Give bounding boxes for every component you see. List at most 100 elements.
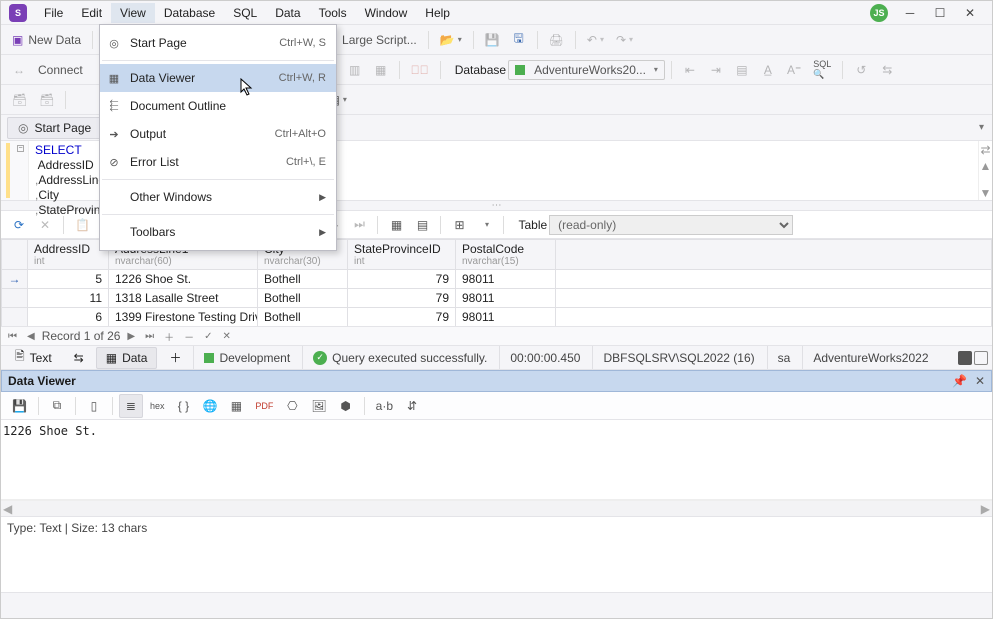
minimap[interactable]: ⇄▲▼ bbox=[978, 141, 992, 200]
table-row[interactable]: 61399 Firestone Testing DriveBothell7998… bbox=[2, 308, 992, 327]
menu-item-output[interactable]: ➔OutputCtrl+Alt+O bbox=[100, 120, 336, 148]
menu-sql[interactable]: SQL bbox=[224, 3, 266, 23]
nav2-prev[interactable]: ◀ bbox=[24, 331, 38, 342]
menu-item-toolbars[interactable]: Toolbars▶ bbox=[100, 218, 336, 246]
data-grid[interactable]: AddressIDint AddressLine1nvarchar(60) Ci… bbox=[1, 239, 992, 326]
save-button[interactable]: 💾 bbox=[480, 28, 505, 52]
cell[interactable]: 79 bbox=[348, 308, 456, 327]
cell[interactable]: 11 bbox=[28, 289, 109, 308]
new-data-button[interactable]: ▣ New Data bbox=[7, 28, 86, 52]
dv-img[interactable]: 🖼 bbox=[306, 394, 331, 418]
tb-d5[interactable]: A⁼ bbox=[782, 58, 806, 82]
menu-tools[interactable]: Tools bbox=[310, 3, 356, 23]
menu-view[interactable]: View bbox=[111, 3, 155, 23]
cell[interactable]: 1399 Firestone Testing Drive bbox=[109, 308, 258, 327]
cell[interactable]: 98011 bbox=[456, 270, 556, 289]
window-maximize[interactable]: ☐ bbox=[932, 5, 948, 21]
cell[interactable]: 79 bbox=[348, 289, 456, 308]
cell[interactable]: Bothell bbox=[258, 270, 348, 289]
menu-data[interactable]: Data bbox=[266, 3, 309, 23]
menu-file[interactable]: File bbox=[35, 3, 72, 23]
col-addressid[interactable]: AddressIDint bbox=[28, 240, 109, 270]
nav2-first[interactable]: ⏮ bbox=[5, 331, 20, 342]
undo-button[interactable]: ↶ bbox=[582, 28, 609, 52]
tb-d1[interactable]: ⇤ bbox=[678, 58, 702, 82]
menu-item-document-outline[interactable]: ⬱Document Outline bbox=[100, 92, 336, 120]
refresh-button[interactable]: ⟳ bbox=[7, 213, 31, 237]
nav2-next[interactable]: ▶ bbox=[124, 331, 138, 342]
view-pivot[interactable]: ⊞ bbox=[447, 213, 471, 237]
saveall-button[interactable]: 🖫 bbox=[507, 28, 531, 52]
tb-d3[interactable]: ▤ bbox=[730, 58, 754, 82]
conn-icon1[interactable]: ↔ bbox=[7, 58, 31, 82]
gb-1[interactable]: 📋 bbox=[70, 213, 95, 237]
pin-icon[interactable]: 📌 bbox=[952, 374, 967, 388]
col-postalcode[interactable]: PostalCodenvarchar(15) bbox=[456, 240, 556, 270]
mode-select[interactable]: (read-only) bbox=[549, 215, 793, 235]
connect-button[interactable]: Connect bbox=[33, 58, 88, 82]
tb3-2[interactable]: 🗃 bbox=[34, 88, 59, 112]
dv-close[interactable]: ✕ bbox=[975, 374, 985, 388]
tb3-1[interactable]: 🗃 bbox=[7, 88, 32, 112]
dv-text[interactable]: ≣ bbox=[119, 394, 143, 418]
dataviewer-titlebar[interactable]: Data Viewer 📌✕ bbox=[1, 370, 992, 392]
dv-wrap[interactable]: a·b bbox=[371, 394, 398, 418]
view-grid[interactable]: ▦ bbox=[384, 213, 408, 237]
tab-overflow[interactable]: ▾ bbox=[979, 122, 984, 133]
database-select[interactable]: AdventureWorks20... bbox=[508, 60, 665, 80]
menu-window[interactable]: Window bbox=[356, 3, 417, 23]
cell[interactable]: 5 bbox=[28, 270, 109, 289]
tab-swap[interactable]: ⇆ bbox=[64, 347, 94, 369]
menu-help[interactable]: Help bbox=[416, 3, 459, 23]
dv-save[interactable]: 💾 bbox=[7, 394, 32, 418]
cell[interactable]: 1318 Lasalle Street bbox=[109, 289, 258, 308]
tb-d2[interactable]: ⇥ bbox=[704, 58, 728, 82]
nav2-add[interactable]: ＋ bbox=[161, 329, 177, 344]
menu-item-start-page[interactable]: ◎Start PageCtrl+W, S bbox=[100, 29, 336, 57]
tab-data[interactable]: ▦Data bbox=[96, 347, 158, 369]
tb-icon-b[interactable]: ▦ bbox=[369, 58, 393, 82]
tab-add[interactable]: ＋ bbox=[159, 345, 191, 370]
table-row[interactable]: 111318 Lasalle StreetBothell7998011 bbox=[2, 289, 992, 308]
dv-hex[interactable]: hex bbox=[145, 394, 170, 418]
tb-icon-c[interactable]: ✖⃞ bbox=[406, 58, 434, 82]
window-minimize[interactable]: ─ bbox=[902, 5, 918, 21]
col-stateprov[interactable]: StateProvinceIDint bbox=[348, 240, 456, 270]
view-card[interactable]: ▤ bbox=[410, 213, 434, 237]
nav2-cancel[interactable]: ✕ bbox=[220, 331, 234, 342]
dv-scroll[interactable]: ◀▶ bbox=[1, 500, 992, 516]
view-more[interactable] bbox=[473, 213, 497, 237]
tb-d7[interactable]: ⇆ bbox=[875, 58, 899, 82]
cell[interactable]: 79 bbox=[348, 270, 456, 289]
cell[interactable]: 98011 bbox=[456, 289, 556, 308]
open-dropdown[interactable]: 📂 bbox=[435, 28, 467, 52]
redo-button[interactable]: ↷ bbox=[611, 28, 638, 52]
tb-sql[interactable]: SQL🔍 bbox=[808, 58, 836, 82]
dv-geo[interactable]: ⬢ bbox=[334, 394, 358, 418]
tab-text[interactable]: 🖹Text bbox=[5, 343, 62, 372]
stop-button[interactable]: ✕ bbox=[33, 213, 57, 237]
dv-xml[interactable]: ▦ bbox=[224, 394, 248, 418]
cell[interactable]: 1226 Shoe St. bbox=[109, 270, 258, 289]
dv-bin[interactable]: ⎔ bbox=[280, 394, 304, 418]
menu-item-other-windows[interactable]: Other Windows▶ bbox=[100, 183, 336, 211]
cell[interactable]: 6 bbox=[28, 308, 109, 327]
dataviewer-content[interactable]: 1226 Shoe St. bbox=[1, 420, 992, 500]
print-button[interactable]: 🖨 bbox=[544, 28, 569, 52]
cell[interactable]: Bothell bbox=[258, 289, 348, 308]
status-sq2[interactable] bbox=[974, 351, 988, 365]
dv-copy[interactable]: ⧉ bbox=[45, 394, 69, 418]
cell[interactable]: Bothell bbox=[258, 308, 348, 327]
tb-d4[interactable]: A̲ bbox=[756, 58, 780, 82]
nav2-ok[interactable]: ✓ bbox=[201, 331, 215, 342]
menu-item-error-list[interactable]: ⊘Error ListCtrl+\, E bbox=[100, 148, 336, 176]
tb-d6[interactable]: ↺ bbox=[849, 58, 873, 82]
dv-pdf[interactable]: PDF bbox=[250, 394, 278, 418]
tab-startpage[interactable]: ◎ Start Page bbox=[7, 117, 102, 139]
tb-icon-a[interactable]: ▥ bbox=[343, 58, 367, 82]
status-sq1[interactable] bbox=[958, 351, 972, 365]
user-badge[interactable]: JS bbox=[870, 4, 888, 22]
window-close[interactable]: ✕ bbox=[962, 5, 978, 21]
nav-last[interactable]: ⏭ bbox=[347, 213, 371, 237]
menu-edit[interactable]: Edit bbox=[72, 3, 111, 23]
